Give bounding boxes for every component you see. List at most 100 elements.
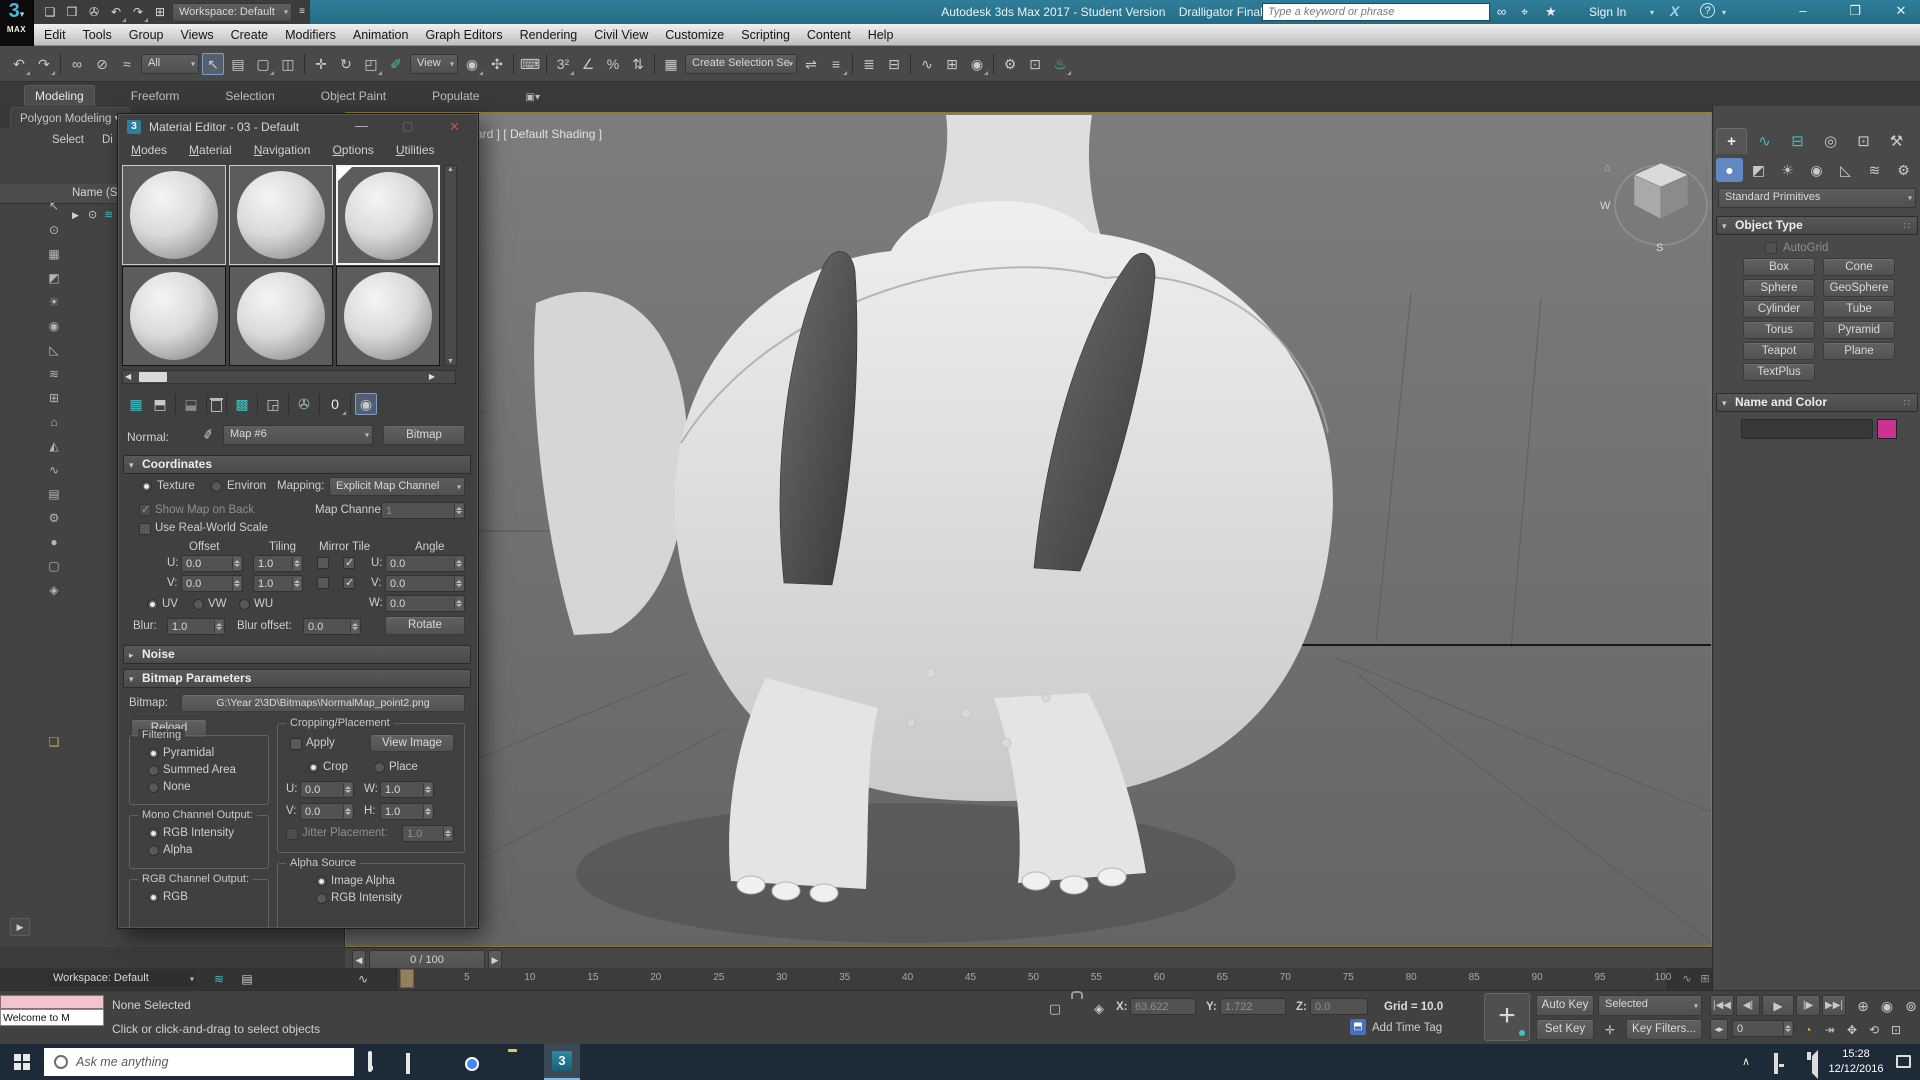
modify-tab[interactable]: ∿	[1749, 128, 1780, 154]
rect-selection-region-icon[interactable]: ▢	[252, 53, 274, 75]
curve-editor-icon[interactable]: ∿	[916, 53, 938, 75]
environ-radio[interactable]	[211, 481, 222, 492]
cone-button[interactable]: Cone	[1823, 258, 1895, 276]
taskbar-clock[interactable]: 15:28 12/12/2016	[1824, 1047, 1888, 1077]
explorer-display-menu[interactable]: Di	[102, 134, 113, 146]
key-selection-dropdown[interactable]: Selected	[1598, 995, 1702, 1016]
row-expand-icon[interactable]: ▶	[72, 210, 79, 221]
assign-to-selection-icon[interactable]: ⬓	[180, 393, 202, 415]
redo-icon[interactable]: ↷	[33, 53, 55, 75]
keyboard-override-icon[interactable]: ⌨	[519, 53, 541, 75]
sample-slot-2[interactable]	[229, 165, 333, 265]
me-menu-item-4[interactable]: Utilities	[396, 143, 435, 157]
menu-item-10[interactable]: Customize	[665, 28, 724, 42]
bitmap-parameters-rollout[interactable]: Bitmap Parameters	[123, 669, 471, 688]
sample-hscrollbar[interactable]: ◀ ▶	[122, 370, 456, 384]
taskbar-search-input[interactable]: Ask me anything	[44, 1048, 354, 1076]
rotate-button[interactable]: Rotate	[385, 616, 465, 635]
view-cube[interactable]: W E S ⌂	[1600, 162, 1712, 254]
sign-in-dropdown-icon[interactable]: ▾	[1650, 8, 1654, 17]
material-editor-icon[interactable]: ◉	[966, 53, 988, 75]
image-alpha-radio[interactable]	[316, 876, 327, 887]
angle-u-field[interactable]: 0.0	[385, 555, 465, 572]
u-tile-checkbox[interactable]	[343, 557, 355, 569]
render-setup-icon[interactable]: ⚙	[999, 53, 1021, 75]
blur-field[interactable]: 1.0	[167, 618, 225, 635]
named-selection-sets-dropdown[interactable]: Create Selection Se	[685, 54, 797, 74]
selection-region-status-icon[interactable]: ▢	[1044, 997, 1066, 1019]
tab-object-paint[interactable]: Object Paint	[311, 86, 396, 106]
render-icon[interactable]: ♨	[1049, 53, 1071, 75]
pyramidal-radio[interactable]	[148, 748, 159, 759]
pan-icon[interactable]: ✥	[1842, 1019, 1862, 1040]
create-key-button[interactable]: +	[1484, 993, 1530, 1041]
teapot-button[interactable]: Teapot	[1743, 342, 1815, 360]
row-layer-icon[interactable]: ≋	[104, 208, 113, 221]
me-menu-item-0[interactable]: Modes	[131, 143, 167, 157]
layer-manager-icon[interactable]: ≣	[858, 53, 880, 75]
se-containers-icon[interactable]: ▤	[44, 484, 64, 504]
delete-material-icon[interactable]	[211, 400, 222, 412]
align-icon[interactable]: ≡	[825, 53, 847, 75]
mini-curve-editor-icon[interactable]: ∿	[352, 968, 374, 990]
bind-spacewarp-icon[interactable]: ≈	[116, 53, 138, 75]
se-visibility-icon[interactable]: ⊙	[44, 220, 64, 240]
name-color-rollout[interactable]: Name and Color ∷	[1716, 393, 1918, 412]
current-frame-field[interactable]: 0	[1732, 1020, 1794, 1037]
menu-item-13[interactable]: Help	[868, 28, 894, 42]
se-materials-icon[interactable]: ◈	[44, 580, 64, 600]
go-to-start-button[interactable]: |◀◀	[1710, 995, 1734, 1016]
uv-radio[interactable]	[147, 599, 158, 610]
cube-home-icon[interactable]: ⌂	[1604, 162, 1611, 174]
restore-button[interactable]: ❐	[1838, 0, 1872, 22]
set-key-button[interactable]: Set Key	[1536, 1019, 1594, 1040]
start-button[interactable]	[14, 1054, 21, 1061]
help-dropdown-icon[interactable]: ▾	[1722, 8, 1726, 17]
menu-item-9[interactable]: Civil View	[594, 28, 648, 42]
se-folder-icon[interactable]: ❏	[44, 732, 64, 752]
save-material-icon[interactable]: ✇	[293, 393, 315, 415]
crop-v-field[interactable]: 0.0	[300, 803, 354, 820]
geosphere-button[interactable]: GeoSphere	[1823, 279, 1895, 297]
noise-rollout[interactable]: Noise	[123, 645, 471, 664]
tab-modeling[interactable]: Modeling	[24, 85, 95, 106]
tray-expand-icon[interactable]: ∧	[1742, 1055, 1750, 1068]
transform-typein-icon[interactable]: ◈	[1088, 997, 1110, 1019]
sample-slot-5[interactable]	[229, 266, 333, 366]
helpers-category-icon[interactable]: ◺	[1832, 158, 1859, 182]
project-folder-icon[interactable]: ⊞	[150, 2, 170, 22]
summed-area-radio[interactable]	[148, 765, 159, 776]
explorer-quick-icon[interactable]: ▤	[236, 968, 258, 990]
se-helpers-icon[interactable]: ◺	[44, 340, 64, 360]
minimize-button[interactable]: –	[1786, 0, 1820, 22]
go-to-end-button[interactable]: ▶▶|	[1822, 995, 1846, 1016]
torus-button[interactable]: Torus	[1743, 321, 1815, 339]
speaker-icon[interactable]	[1812, 1050, 1818, 1079]
object-color-swatch[interactable]	[1877, 419, 1897, 439]
open-track-view-icon[interactable]: ⊞	[1694, 968, 1716, 990]
menu-item-5[interactable]: Modifiers	[285, 28, 336, 42]
close-button[interactable]: ✕	[1884, 0, 1918, 22]
motion-tab[interactable]: ◎	[1815, 128, 1846, 154]
y-coordinate-field[interactable]: 1.722	[1220, 998, 1286, 1015]
timeline-ruler[interactable]: 5101520253035404550556065707580859095100	[396, 968, 1668, 990]
background-icon[interactable]: ◉	[355, 393, 377, 415]
show-map-in-viewport-icon[interactable]: ▩	[231, 393, 253, 415]
spinner-snap-icon[interactable]: ⇅	[627, 53, 649, 75]
select-move-icon[interactable]: ✛	[310, 53, 332, 75]
undo-icon[interactable]: ↶	[8, 53, 30, 75]
cameras-category-icon[interactable]: ◉	[1803, 158, 1830, 182]
scroll-right-icon[interactable]: ▶	[429, 372, 435, 381]
sample-slot-1[interactable]	[122, 165, 226, 265]
angle-w-field[interactable]: 0.0	[385, 595, 465, 612]
shapes-category-icon[interactable]: ◩	[1745, 158, 1772, 182]
unlink-icon[interactable]: ⊘	[91, 53, 113, 75]
bitmap-type-button[interactable]: Bitmap	[383, 425, 465, 445]
frame-step-buttons[interactable]: ◂▸	[1710, 1019, 1728, 1040]
se-shapes-icon[interactable]: ◩	[44, 268, 64, 288]
undo-icon[interactable]: ↶	[106, 2, 126, 22]
viewport[interactable]: W E S ⌂ ard ] [ Default Shading ]	[345, 112, 1712, 947]
crop-radio[interactable]	[308, 762, 319, 773]
reference-coordinate-dropdown[interactable]: View	[410, 54, 458, 74]
rgb-intensity-radio[interactable]	[148, 828, 159, 839]
